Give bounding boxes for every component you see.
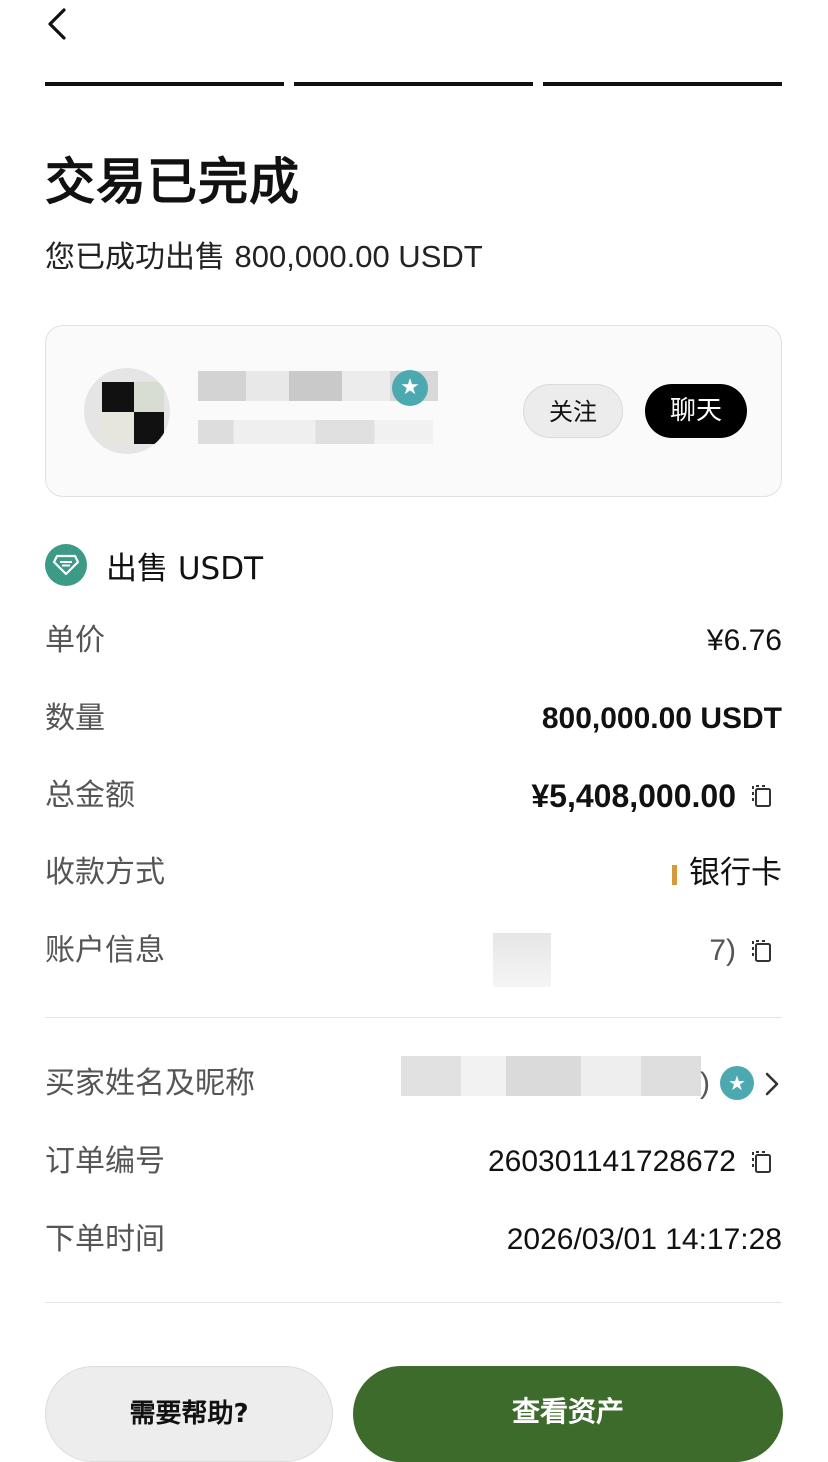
copy-icon[interactable] xyxy=(748,937,776,965)
row-payment-method: 收款方式 银行卡 xyxy=(45,851,782,895)
total-amount-value: ¥5,408,000.00 xyxy=(531,778,736,814)
counterparty-card: ★ 关注 聊天 xyxy=(45,325,782,497)
unit-price-value: ¥6.76 xyxy=(706,624,782,657)
progress-step xyxy=(45,82,284,86)
row-label: 数量 xyxy=(45,701,105,736)
row-label: 买家姓名及昵称 xyxy=(45,1066,255,1101)
progress-step xyxy=(543,82,782,86)
follow-button[interactable]: 关注 xyxy=(523,384,623,438)
payment-method-value: 银行卡 xyxy=(672,851,782,895)
subtitle-prefix: 您已成功出售 xyxy=(45,240,225,275)
account-info-value: 7) xyxy=(709,934,736,967)
star-badge-icon: ★ xyxy=(720,1066,754,1100)
row-order-number: 订单编号 260301141728672 xyxy=(45,1140,782,1184)
buyer-name-redacted xyxy=(401,1056,701,1096)
row-label: 订单编号 xyxy=(45,1144,165,1179)
chevron-right-icon xyxy=(765,1072,779,1096)
progress-bar xyxy=(45,82,782,86)
usdt-coin-icon xyxy=(45,544,87,586)
bank-card-marker xyxy=(672,864,677,885)
row-label: 下单时间 xyxy=(45,1222,165,1257)
star-badge-icon: ★ xyxy=(392,370,428,406)
copy-icon[interactable] xyxy=(748,1148,776,1176)
buyer-value: ) xyxy=(700,1067,710,1100)
quantity-value: 800,000.00 USDT xyxy=(541,702,782,735)
subtitle-amount: 800,000.00 USDT xyxy=(234,239,483,274)
back-button[interactable] xyxy=(40,4,80,44)
row-total-amount: 总金额 ¥5,408,000.00 xyxy=(45,774,782,818)
row-buyer[interactable]: 买家姓名及昵称 ) ★ xyxy=(45,1056,782,1106)
chevron-left-icon xyxy=(48,8,66,40)
row-label: 单价 xyxy=(45,623,105,658)
row-label: 收款方式 xyxy=(45,855,165,890)
row-label: 账户信息 xyxy=(45,933,165,968)
status-subtitle: 您已成功出售 800,000.00 USDT xyxy=(45,232,483,276)
order-number-value: 260301141728672 xyxy=(487,1145,736,1178)
row-unit-price: 单价 ¥6.76 xyxy=(45,619,782,663)
chat-button[interactable]: 聊天 xyxy=(645,384,747,438)
row-order-time: 下单时间 2026/03/01 14:17:28 xyxy=(45,1218,782,1262)
copy-icon[interactable] xyxy=(748,782,776,810)
avatar[interactable] xyxy=(84,368,170,454)
order-section-title: 出售 USDT xyxy=(106,550,264,587)
page-title: 交易已完成 xyxy=(45,153,300,211)
divider xyxy=(45,1017,782,1018)
view-assets-button[interactable]: 查看资产 xyxy=(353,1366,783,1462)
counterparty-info-redacted xyxy=(198,420,433,444)
row-account-info: 账户信息 7) xyxy=(45,929,782,987)
payment-method-text: 银行卡 xyxy=(689,855,782,890)
account-info-redacted xyxy=(493,933,551,987)
row-label: 总金额 xyxy=(45,778,135,813)
row-quantity: 数量 800,000.00 USDT xyxy=(45,697,782,741)
divider xyxy=(45,1302,782,1303)
order-section-header: 出售 USDT xyxy=(45,543,263,587)
progress-step xyxy=(294,82,533,86)
help-button[interactable]: 需要帮助? xyxy=(45,1366,333,1462)
order-time-value: 2026/03/01 14:17:28 xyxy=(506,1223,782,1256)
